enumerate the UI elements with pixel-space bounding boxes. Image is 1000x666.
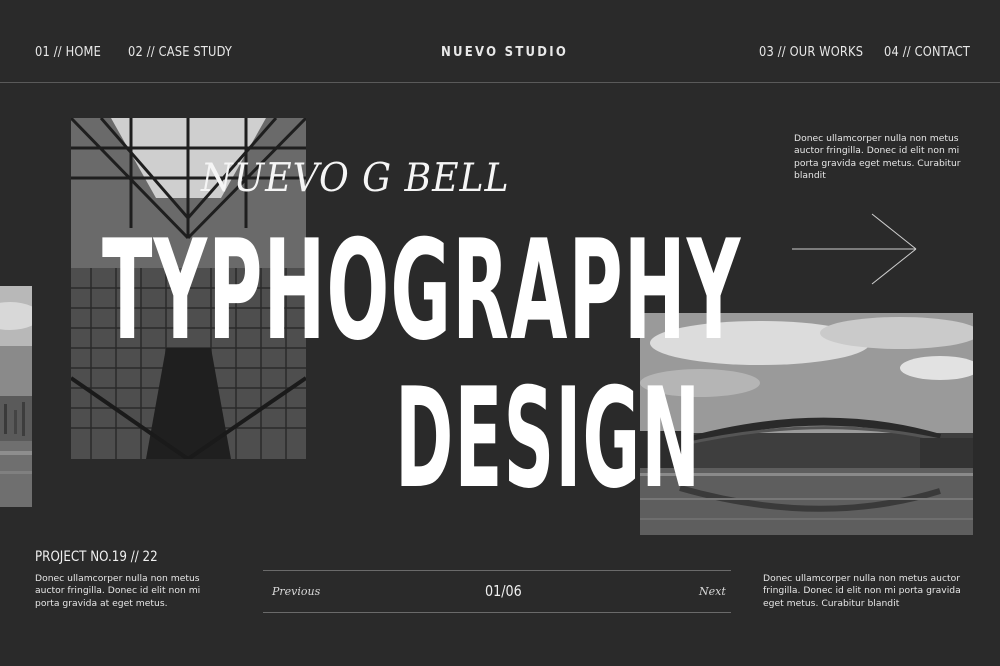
pager-count: 01/06 [485,582,522,600]
nav-contact-link[interactable]: 04 // CONTACT [884,45,970,60]
pager-top-divider [263,570,731,571]
previous-button[interactable]: Previous [272,585,320,598]
hero-headline-line2: DESIGN [395,358,702,519]
footer-note-text: Donec ullamcorper nulla non metus auctor… [763,573,961,609]
nav-case-study-link[interactable]: 02 // CASE STUDY [128,45,232,60]
nav-home-link[interactable]: 01 // HOME [35,45,101,60]
nav-our-works-link[interactable]: 03 // OUR WORKS [759,45,863,60]
left-edge-photo [0,286,32,507]
hero-headline-line1: TYPHOGRAPHY [102,210,742,371]
project-description: Donec ullamcorper nulla non metus auctor… [35,573,201,609]
header-divider [0,82,1000,83]
project-number-label: PROJECT NO.19 // 22 [35,549,158,565]
pager-bottom-divider [263,612,731,613]
side-note-text: Donec ullamcorper nulla non metus auctor… [794,133,961,182]
arrow-right-icon[interactable] [790,212,920,286]
brand-logo: NUEVO STUDIO [441,45,569,60]
next-button[interactable]: Next [699,585,726,598]
hero-script-title: NUEVO G BELL [201,156,510,201]
